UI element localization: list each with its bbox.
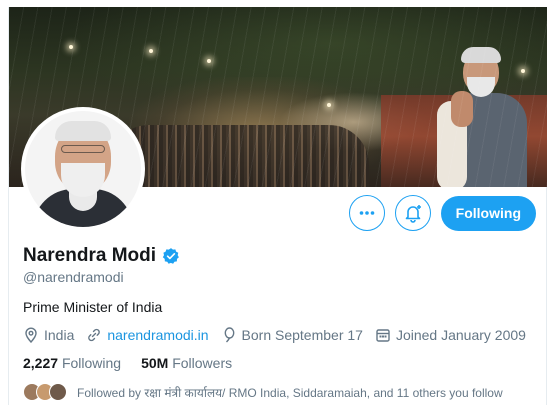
joined-item: Joined January 2009 — [375, 327, 526, 343]
profile-name: Narendra Modi — [23, 245, 157, 266]
website-item: narendramodi.in — [86, 327, 209, 343]
location-text: India — [44, 327, 75, 343]
profile-actions: Following — [348, 195, 536, 231]
more-options-icon — [359, 211, 374, 215]
following-label: Following — [61, 355, 122, 371]
location-item: India — [23, 327, 74, 343]
calendar-icon — [376, 329, 390, 342]
notification-bell-icon — [405, 205, 421, 223]
verified-badge-icon — [162, 248, 179, 264]
location-icon — [25, 327, 37, 343]
notifications-button[interactable] — [394, 195, 431, 231]
followers-stat[interactable]: 50M Followers — [141, 355, 232, 371]
followers-label: Followers — [172, 355, 233, 371]
followed-by-row[interactable]: Followed by रक्षा मंत्री कार्यालय/ RMO I… — [23, 383, 532, 401]
birthday-balloon-icon — [224, 327, 234, 343]
profile-avatar[interactable] — [21, 107, 145, 231]
follow-stats: 2,227 Following 50M Followers — [23, 355, 532, 371]
profile-bio: Prime Minister of India — [23, 299, 163, 315]
joined-text: Joined January 2009 — [395, 327, 526, 343]
followers-count: 50M — [141, 355, 169, 371]
following-button[interactable]: Following — [440, 195, 536, 231]
profile-meta: India narendramodi.in Born September 17 — [23, 327, 532, 343]
followed-by-avatars — [23, 383, 67, 401]
following-count: 2,227 — [23, 355, 59, 371]
more-options-button[interactable] — [348, 195, 385, 231]
mini-avatar — [49, 383, 67, 401]
link-icon — [88, 328, 101, 342]
profile-handle: @narendramodi — [23, 269, 124, 285]
birthday-item: Born September 17 — [221, 327, 363, 343]
following-stat[interactable]: 2,227 Following — [23, 355, 121, 371]
website-link[interactable]: narendramodi.in — [107, 327, 208, 343]
followed-by-text: Followed by रक्षा मंत्री कार्यालय/ RMO I… — [77, 385, 503, 400]
profile-card: Following Narendra Modi @narendramodi Pr… — [8, 7, 547, 405]
birthday-text: Born September 17 — [241, 327, 363, 343]
profile-info: Narendra Modi @narendramodi Prime Minist… — [23, 245, 532, 401]
